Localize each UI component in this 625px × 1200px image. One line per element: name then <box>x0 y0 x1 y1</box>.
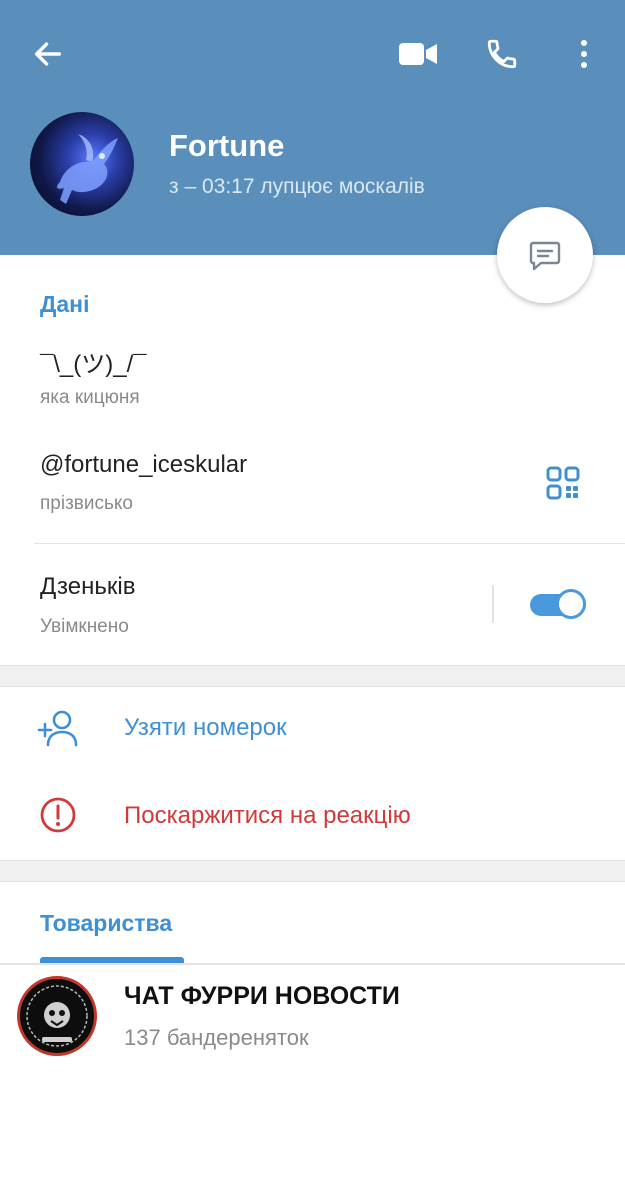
notifications-status: Увімкнено <box>40 616 129 637</box>
toggle-knob <box>556 589 586 619</box>
report-icon-wrap[interactable] <box>34 791 82 839</box>
report-button[interactable]: Поскаржитися на реакцію <box>124 802 411 830</box>
message-button[interactable] <box>497 207 593 303</box>
phone-call-button[interactable] <box>476 30 528 78</box>
add-contact-icon-wrap[interactable] <box>34 704 82 752</box>
qr-code-button[interactable] <box>538 458 588 508</box>
group-members: 137 бандереняток <box>124 1025 309 1050</box>
toggle-separator <box>492 585 494 623</box>
avatar-image <box>57 134 118 204</box>
group-name: ЧАТ ФУРРИ НОВОСТИ <box>124 982 400 1010</box>
info-section-title: Дані <box>40 291 90 317</box>
group-avatar <box>17 976 97 1056</box>
add-contact-button[interactable]: Узяти номерок <box>124 714 287 742</box>
more-vertical-icon <box>581 40 587 68</box>
phone-icon <box>487 39 517 69</box>
message-icon <box>529 241 561 271</box>
username-value[interactable]: @fortune_iceskular <box>40 451 247 479</box>
info-divider <box>34 543 625 544</box>
add-user-icon <box>37 710 78 747</box>
group-avatar-image <box>26 985 88 1047</box>
alert-circle-icon <box>40 797 76 833</box>
notifications-title[interactable]: Дзеньків <box>40 573 135 601</box>
tab-groups[interactable]: Товариства <box>40 910 172 937</box>
back-button[interactable] <box>22 32 74 76</box>
bio-label: яка кицюня <box>40 387 140 408</box>
bio-value[interactable]: ¯\_(ツ)_/¯ <box>40 344 147 379</box>
notifications-toggle[interactable] <box>528 588 588 620</box>
profile-name: Fortune <box>169 128 285 163</box>
video-call-icon <box>399 43 437 65</box>
section-gap <box>0 665 625 687</box>
profile-status: з – 03:17 лупцює москалів <box>169 175 425 198</box>
tab-divider <box>0 963 625 965</box>
more-options-button[interactable] <box>562 30 606 78</box>
arrow-left-icon <box>34 42 62 66</box>
profile-avatar[interactable] <box>30 112 134 216</box>
username-label: прізвисько <box>40 493 133 514</box>
qr-code-icon <box>546 466 580 500</box>
video-call-button[interactable] <box>392 32 444 76</box>
section-gap <box>0 860 625 882</box>
